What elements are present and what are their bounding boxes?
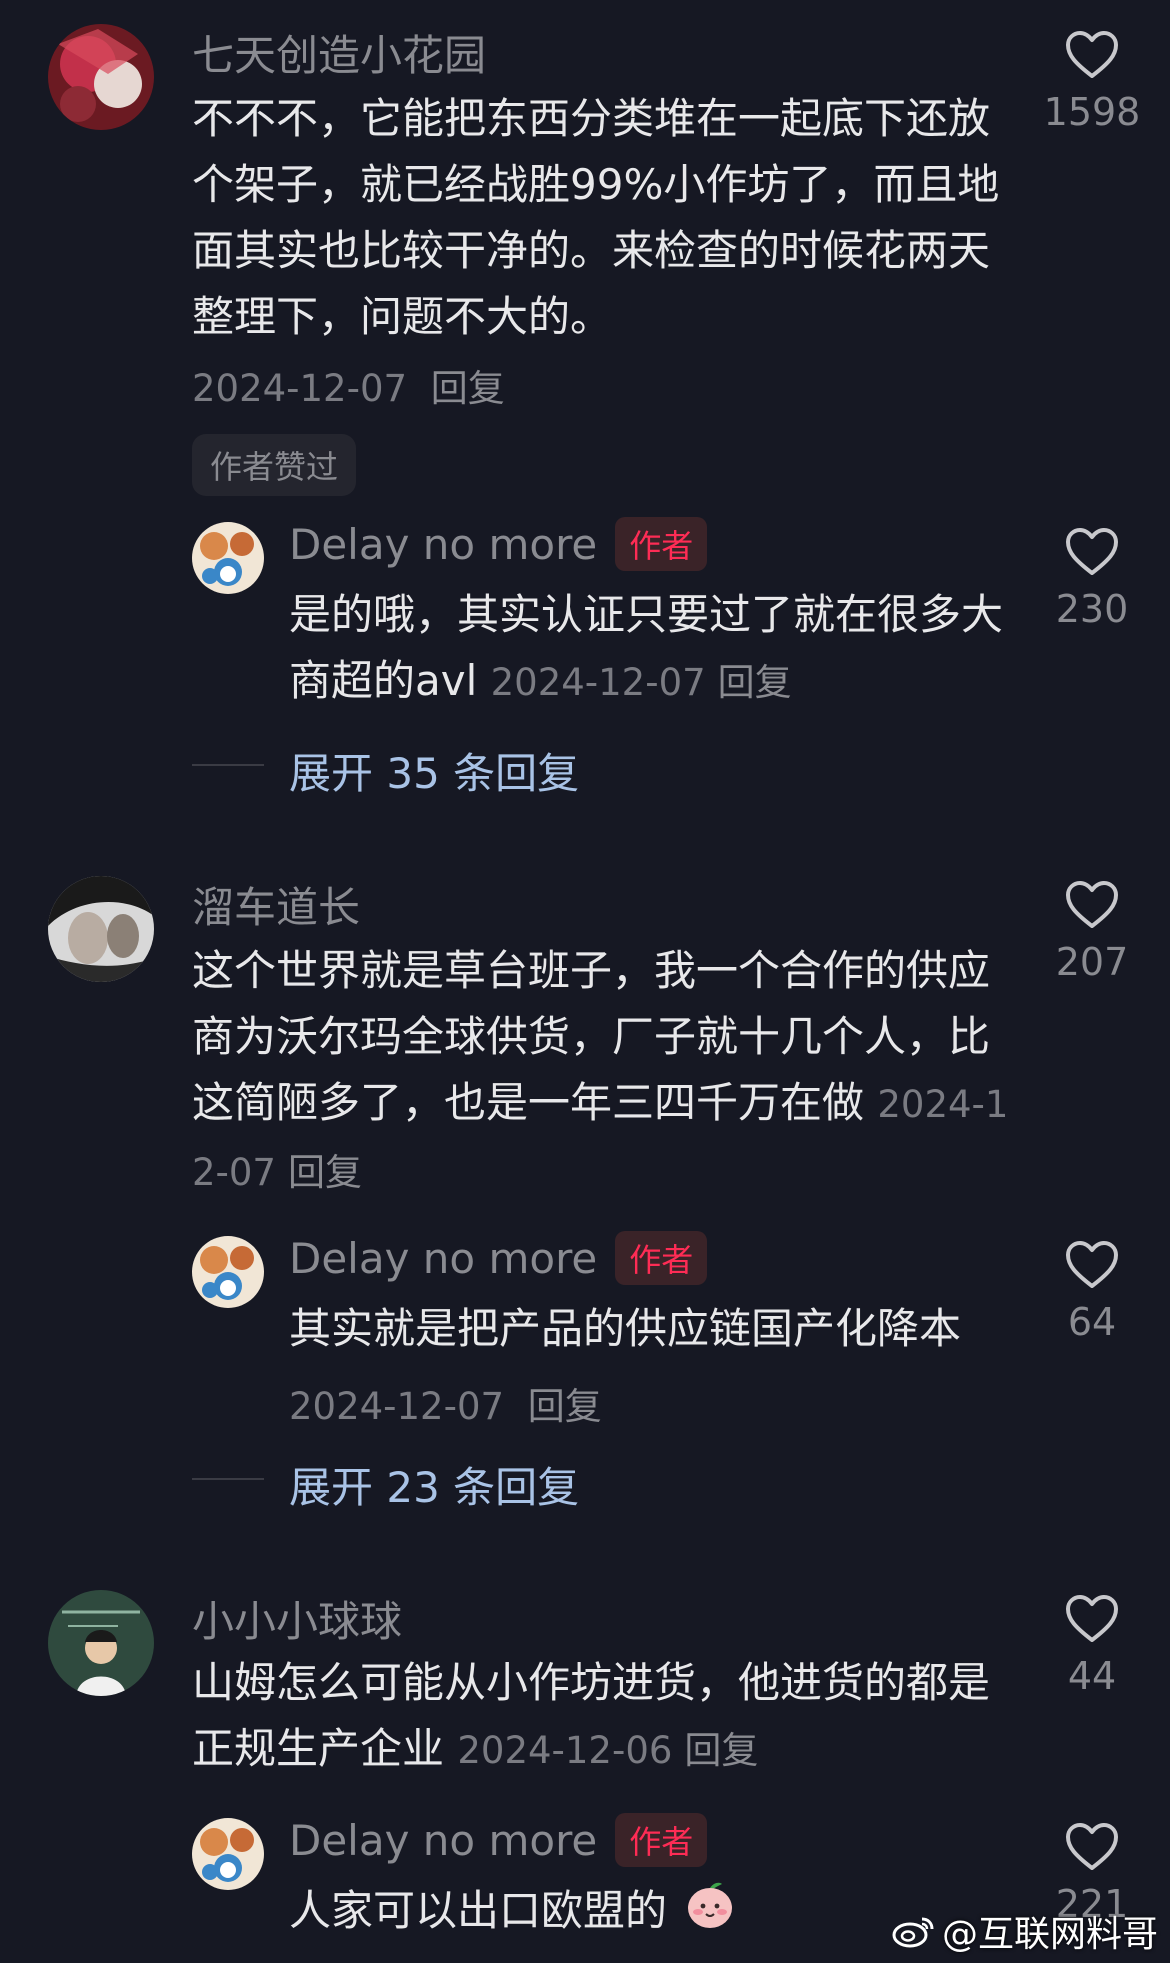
peach-face-emoji-icon [684, 1878, 736, 1949]
reply-button[interactable]: 回复 [528, 1385, 602, 1428]
comment-text: 这个世界就是草台班子，我一个合作的供应商为沃尔玛全球供货，厂子就十几个人，比这简… [192, 946, 1009, 1194]
author-liked-badge: 作者赞过 [192, 434, 357, 496]
heart-icon [1066, 881, 1118, 928]
comment-date: 2024-12-07 [289, 1385, 505, 1428]
avatar[interactable] [48, 1590, 154, 1696]
avatar[interactable] [48, 876, 154, 982]
heart-icon [1066, 528, 1118, 575]
username[interactable]: Delay no more 作者 [289, 1230, 708, 1289]
like-count: 230 [1055, 587, 1129, 631]
like-count: 64 [1067, 1300, 1117, 1344]
username[interactable]: 溜车道长 [192, 874, 360, 935]
heart-icon [1066, 1823, 1118, 1870]
like-count: 44 [1067, 1654, 1117, 1698]
like-count: 1598 [1043, 90, 1141, 134]
heart-icon [1066, 1595, 1118, 1642]
reply-text: 是的哦，其实认证只要过了就在很多大商超的avl 2024-12-07 回复 [289, 590, 1004, 705]
reply-button[interactable]: 回复 [684, 1729, 758, 1772]
username[interactable]: Delay no more 作者 [289, 1812, 708, 1871]
comment-meta: 2024-12-06 回复 [457, 1729, 758, 1772]
author-tag: 作者 [615, 1812, 708, 1867]
like-button[interactable]: 64 [1040, 1240, 1144, 1344]
comment-date: 2024-12-07 [192, 367, 408, 410]
reply-button[interactable]: 回复 [718, 661, 792, 704]
author-tag: 作者 [615, 516, 708, 571]
author-tag: 作者 [615, 1230, 708, 1285]
avatar[interactable] [192, 1236, 264, 1308]
comment-meta: 2024-12-07 回复 [192, 358, 505, 412]
reply-button[interactable]: 回复 [431, 367, 505, 410]
comment-text: 山姆怎么可能从小作坊进货，他进货的都是正规生产企业 2024-12-06 回复 [192, 1658, 991, 1773]
like-button[interactable]: 230 [1040, 527, 1144, 631]
avatar[interactable] [192, 1818, 264, 1890]
reply-button[interactable]: 回复 [288, 1151, 362, 1194]
comment-date: 2024-12-07 [490, 661, 706, 704]
like-count: 207 [1055, 940, 1129, 984]
comment-date: 2024-12-06 [457, 1729, 673, 1772]
avatar[interactable] [192, 522, 264, 594]
username[interactable]: 七天创造小花园 [192, 22, 486, 83]
avatar[interactable] [48, 24, 154, 130]
reply-text: 其实就是把产品的供应链国产化降本 [289, 1304, 962, 1353]
expand-replies-label: 展开 35 条回复 [289, 749, 580, 798]
divider [192, 764, 264, 766]
username[interactable]: 小小小球球 [192, 1588, 402, 1649]
watermark: @互联网料哥 [892, 1905, 1158, 1957]
like-button[interactable]: 44 [1040, 1594, 1144, 1698]
heart-icon [1066, 31, 1118, 78]
weibo-logo-icon [892, 1917, 934, 1948]
expand-replies-label: 展开 23 条回复 [289, 1463, 580, 1512]
username[interactable]: Delay no more 作者 [289, 516, 708, 575]
watermark-text: @互联网料哥 [941, 1914, 1158, 1955]
like-button[interactable]: 1598 [1040, 30, 1144, 134]
comment-text: 不不不，它能把东西分类堆在一起底下还放个架子，就已经战胜99%小作坊了，而且地面… [192, 94, 1000, 341]
comment-meta: 2024-12-07 回复 [491, 661, 792, 704]
comment-meta: 2024-12-07 回复 [289, 1376, 602, 1430]
heart-icon [1066, 1241, 1118, 1288]
divider [192, 1478, 264, 1480]
like-button[interactable]: 207 [1040, 880, 1144, 984]
